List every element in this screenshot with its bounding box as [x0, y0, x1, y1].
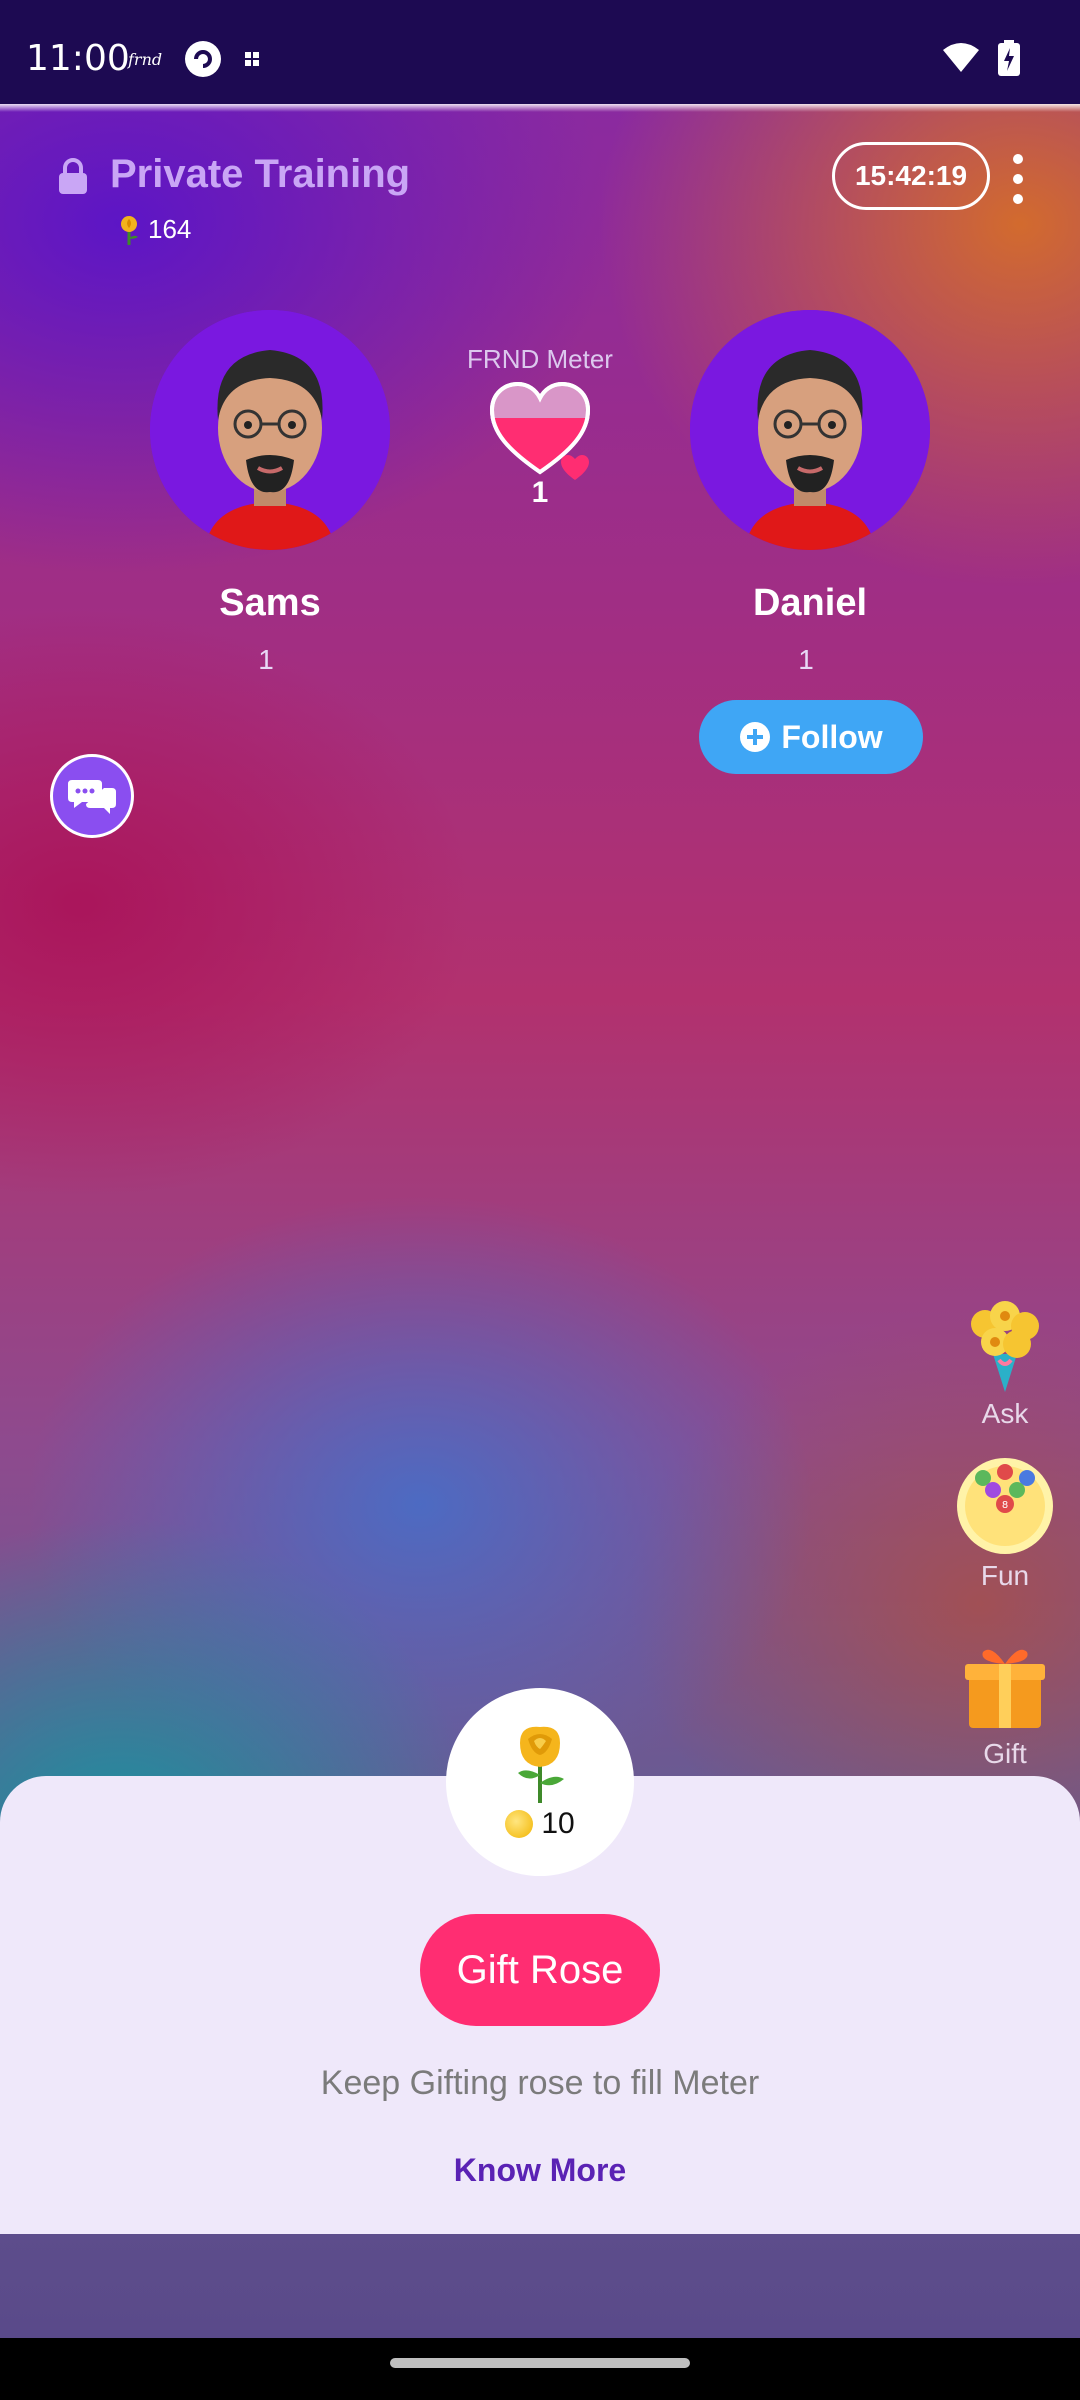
browser-icon: [185, 41, 222, 77]
gift-label: Gift: [983, 1738, 1027, 1769]
svg-text:8: 8: [1002, 1500, 1008, 1511]
gift-rose-button[interactable]: Gift Rose: [420, 1914, 660, 2026]
user-count-left: 1: [258, 644, 274, 675]
know-more-link[interactable]: Know More: [0, 2152, 1080, 2189]
home-gesture-handle[interactable]: [390, 2358, 690, 2368]
status-bar: 11:00 frnd: [0, 0, 1080, 104]
ask-label: Ask: [981, 1398, 1029, 1429]
user-avatar-daniel[interactable]: [690, 310, 930, 550]
session-timer: 15:42:19: [832, 142, 990, 210]
avatar-illustration: [150, 310, 390, 550]
frnd-icon: frnd: [128, 49, 163, 69]
grid-icon: [245, 52, 260, 66]
chat-bubbles-icon: [68, 780, 116, 814]
coin-icon: [505, 1810, 534, 1838]
status-right-icons: [942, 40, 1020, 76]
fun-label: Fun: [980, 1560, 1030, 1591]
rose-price-value: 10: [541, 1807, 575, 1840]
system-nav-bar: [0, 2338, 1080, 2400]
ask-action[interactable]: Ask: [950, 1294, 1060, 1430]
flower-bouquet-icon: [971, 1301, 1039, 1392]
fun-action[interactable]: 8 Fun: [950, 1456, 1060, 1592]
header-divider: [0, 104, 1080, 112]
rose-count-value: 164: [148, 214, 192, 244]
lock-icon: [59, 158, 87, 194]
plus-circle-icon: [740, 722, 771, 752]
gift-action[interactable]: Gift: [950, 1634, 1060, 1770]
gift-box-icon: [965, 1649, 1045, 1728]
rose-gift-item[interactable]: 10: [446, 1688, 634, 1876]
follow-label: Follow: [781, 718, 883, 755]
room-title: Private Training: [110, 152, 411, 196]
more-dot-icon: [1013, 154, 1023, 164]
user-name-left: Sams: [219, 582, 321, 624]
rose-price: 10: [505, 1807, 575, 1841]
battery-charging-icon: [998, 40, 1020, 76]
chat-button[interactable]: [50, 754, 134, 838]
user-name-right: Daniel: [752, 582, 868, 624]
bingo-balls-icon: 8: [957, 1458, 1053, 1554]
frnd-meter-value: 1: [531, 476, 549, 509]
status-time: 11:00: [26, 38, 130, 79]
more-options-button[interactable]: [1008, 154, 1028, 204]
avatar-illustration: [690, 310, 930, 550]
rose-count: 164: [116, 214, 191, 245]
rose-icon: [518, 1726, 564, 1803]
follow-button[interactable]: Follow: [699, 700, 923, 774]
user-count-right: 1: [798, 644, 814, 675]
gift-hint-text: Keep Gifting rose to fill Meter: [320, 2064, 760, 2102]
status-app-icons: frnd: [128, 40, 260, 78]
more-dot-icon: [1013, 174, 1023, 184]
rose-icon: [121, 215, 138, 245]
more-dot-icon: [1013, 194, 1023, 204]
frnd-meter-label: FRND Meter: [467, 344, 613, 374]
user-avatar-sams[interactable]: [150, 310, 390, 550]
wifi-icon: [943, 43, 979, 72]
